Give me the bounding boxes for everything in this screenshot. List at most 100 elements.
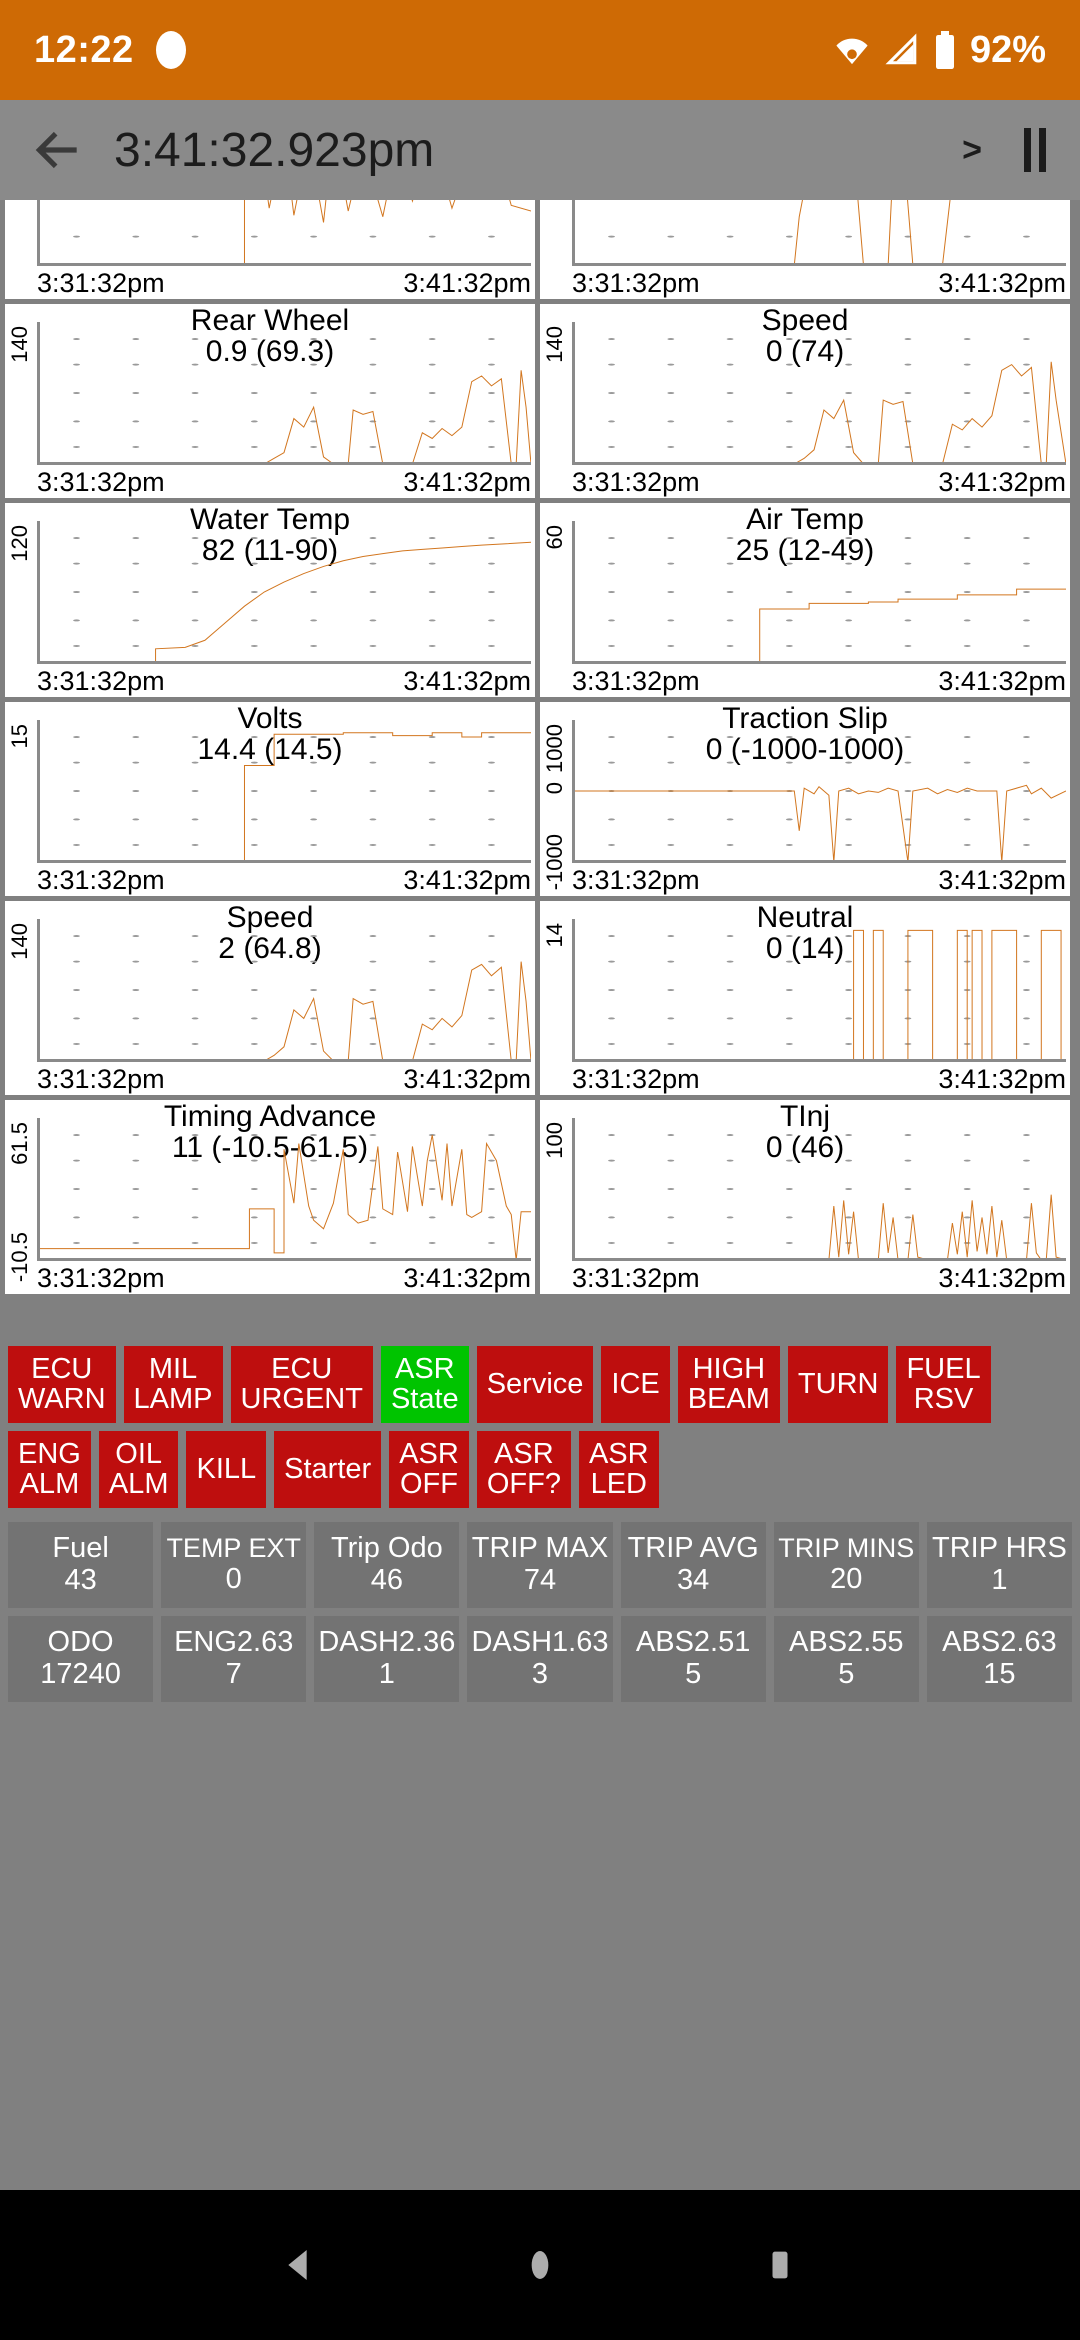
chart-svg bbox=[572, 736, 1066, 862]
chart-svg bbox=[572, 200, 1030, 265]
status-button[interactable]: ASR OFF? bbox=[476, 1430, 571, 1508]
x-label-end: 3:41:32pm bbox=[403, 268, 531, 298]
chart-y-axis bbox=[37, 521, 40, 663]
data-cell[interactable]: TRIP MINS 20 bbox=[773, 1521, 919, 1608]
status-button-label-line: State bbox=[390, 1383, 459, 1416]
data-cell-value: 0 bbox=[225, 1562, 242, 1595]
chart-plot bbox=[37, 1118, 531, 1260]
chart-y-tick-mid: 0 bbox=[542, 782, 567, 795]
chart-panel-speed-top[interactable]: Speed 0 (74) 140 3:31:32pm 3:41:32pm bbox=[540, 304, 1070, 498]
chart-y-tick-top: 15 bbox=[7, 724, 32, 749]
chart-y-axis bbox=[572, 200, 575, 265]
chart-panel[interactable]: 3:31:32pm 3:41:32pm bbox=[540, 200, 1070, 299]
data-cell-label: Fuel bbox=[52, 1531, 109, 1564]
chart-x-axis bbox=[37, 263, 531, 266]
chart-x-axis bbox=[37, 1059, 531, 1062]
chart-svg bbox=[572, 537, 1066, 663]
chart-plot bbox=[572, 521, 1066, 663]
chart-y-tick-top: 14 bbox=[542, 923, 567, 948]
data-cell[interactable]: ABS2.63 15 bbox=[926, 1615, 1072, 1702]
data-cell[interactable]: Trip Odo 46 bbox=[314, 1521, 460, 1608]
chart-panel-air-temp[interactable]: Air Temp 25 (12-49) 60 3:31:32pm 3:41:32… bbox=[540, 503, 1070, 697]
status-button[interactable]: ASR LED bbox=[578, 1430, 659, 1508]
chart-panel-water-temp[interactable]: Water Temp 82 (11-90) 120 3:31:32pm 3:41… bbox=[5, 503, 535, 697]
chart-x-axis bbox=[572, 860, 1066, 863]
data-cell-value: 1 bbox=[991, 1563, 1008, 1596]
chart-panel-timing-advance[interactable]: Timing Advance 11 (-10.5-61.5) 61.5 -10.… bbox=[5, 1100, 535, 1294]
chart-x-labels: 3:31:32pm 3:41:32pm bbox=[37, 268, 531, 299]
status-button-label-line: Service bbox=[486, 1368, 584, 1401]
chart-y-axis bbox=[37, 322, 40, 464]
status-button[interactable]: MIL LAMP bbox=[123, 1346, 223, 1423]
x-label-end: 3:41:32pm bbox=[938, 1064, 1066, 1094]
status-button-label-line: URGENT bbox=[240, 1383, 363, 1416]
chart-x-labels: 3:31:32pm 3:41:32pm bbox=[572, 268, 1066, 299]
next-button[interactable]: > bbox=[944, 133, 1000, 167]
status-button[interactable]: ECU WARN bbox=[8, 1346, 116, 1423]
chart-y-tick-top: 100 bbox=[542, 1122, 567, 1159]
chart-panel-neutral[interactable]: Neutral 0 (14) 14 3:31:32pm 3:41:32pm bbox=[540, 901, 1070, 1095]
android-status-bar: 12:22 92% bbox=[0, 0, 1080, 100]
data-cell[interactable]: TRIP HRS 1 bbox=[926, 1521, 1072, 1608]
status-button[interactable]: OIL ALM bbox=[98, 1430, 179, 1508]
status-button[interactable]: KILL bbox=[186, 1430, 267, 1508]
chart-y-axis bbox=[572, 720, 575, 862]
x-label-end: 3:41:32pm bbox=[938, 1263, 1066, 1293]
chart-x-axis bbox=[572, 1059, 1066, 1062]
chart-panel[interactable]: 3:31:32pm 3:41:32pm bbox=[5, 200, 535, 299]
chart-panel-volts[interactable]: Volts 14.4 (14.5) 15 3:31:32pm 3:41:32pm bbox=[5, 702, 535, 896]
status-button[interactable]: ECU URGENT bbox=[230, 1346, 373, 1423]
status-button[interactable]: ENG ALM bbox=[8, 1430, 91, 1508]
status-button[interactable]: ICE bbox=[601, 1346, 670, 1423]
status-button-label-line: RSV bbox=[913, 1383, 974, 1416]
data-cell[interactable]: TRIP AVG 34 bbox=[620, 1521, 766, 1608]
nav-back-triangle-icon[interactable] bbox=[277, 2242, 323, 2288]
data-cell-label: ABS2.55 bbox=[789, 1625, 904, 1658]
charts-scroll-area[interactable]: 3:31:32pm 3:41:32pm 3:31:32pm 3:41:32pm … bbox=[0, 200, 1080, 1340]
data-cell[interactable]: TRIP MAX 74 bbox=[467, 1521, 613, 1608]
data-cell[interactable]: ODO 17240 bbox=[8, 1615, 154, 1702]
data-cell[interactable]: DASH1.63 3 bbox=[467, 1615, 613, 1702]
status-button[interactable]: TURN bbox=[787, 1346, 889, 1423]
chart-y-tick-top: 60 bbox=[542, 525, 567, 550]
chart-y-tick-top: 140 bbox=[542, 326, 567, 363]
status-button[interactable]: HIGH BEAM bbox=[677, 1346, 780, 1423]
status-button[interactable]: Starter bbox=[274, 1430, 382, 1508]
data-cell[interactable]: ENG2.63 7 bbox=[161, 1615, 307, 1702]
status-button-label-line: ASR bbox=[588, 1437, 649, 1470]
chart-y-axis bbox=[37, 919, 40, 1061]
x-label-start: 3:31:32pm bbox=[572, 268, 700, 298]
chart-panel-rear-wheel[interactable]: Rear Wheel 0.9 (69.3) 140 3:31:32pm 3:41… bbox=[5, 304, 535, 498]
status-button[interactable]: Service bbox=[476, 1346, 594, 1423]
chart-plot bbox=[572, 1118, 1066, 1260]
chart-x-axis bbox=[572, 462, 1066, 465]
status-button-label-line: ECU bbox=[271, 1353, 333, 1385]
data-cell[interactable]: ABS2.51 5 bbox=[620, 1615, 766, 1702]
status-button[interactable]: FUEL RSV bbox=[896, 1346, 991, 1423]
chart-svg bbox=[572, 919, 1066, 1061]
data-cell[interactable]: Fuel 43 bbox=[8, 1521, 154, 1608]
status-button[interactable]: ASR State bbox=[380, 1346, 469, 1423]
status-icons: 92% bbox=[832, 29, 1046, 72]
data-cell-value: 74 bbox=[523, 1563, 557, 1596]
wifi-icon bbox=[836, 38, 868, 65]
nav-recents-square-icon[interactable] bbox=[757, 2242, 803, 2288]
data-cell-value: 5 bbox=[685, 1657, 702, 1690]
data-cell-label: ABS2.63 bbox=[942, 1625, 1057, 1658]
data-cell[interactable]: DASH2.36 1 bbox=[314, 1615, 460, 1702]
chart-plot bbox=[572, 720, 1066, 862]
status-button[interactable]: ASR OFF bbox=[389, 1430, 469, 1508]
x-label-end: 3:41:32pm bbox=[938, 467, 1066, 497]
chart-plot bbox=[37, 521, 531, 663]
data-cell[interactable]: ABS2.55 5 bbox=[773, 1615, 919, 1702]
data-cell-value: 43 bbox=[64, 1563, 97, 1596]
data-cell[interactable]: TEMP EXT 0 bbox=[161, 1521, 307, 1608]
back-arrow-icon[interactable] bbox=[30, 122, 86, 178]
chart-panel-speed-bottom[interactable]: Speed 2 (64.8) 140 3:31:32pm 3:41:32pm bbox=[5, 901, 535, 1095]
status-button-label-line: ALM bbox=[108, 1468, 169, 1501]
chart-x-labels: 3:31:32pm 3:41:32pm bbox=[572, 467, 1066, 498]
chart-panel-tinj[interactable]: TInj 0 (46) 100 3:31:32pm 3:41:32pm bbox=[540, 1100, 1070, 1294]
nav-home-circle-icon[interactable] bbox=[517, 2242, 563, 2288]
pause-icon[interactable] bbox=[1024, 128, 1046, 172]
chart-panel-traction-slip[interactable]: Traction Slip 0 (-1000-1000) 1000 0 -100… bbox=[540, 702, 1070, 896]
